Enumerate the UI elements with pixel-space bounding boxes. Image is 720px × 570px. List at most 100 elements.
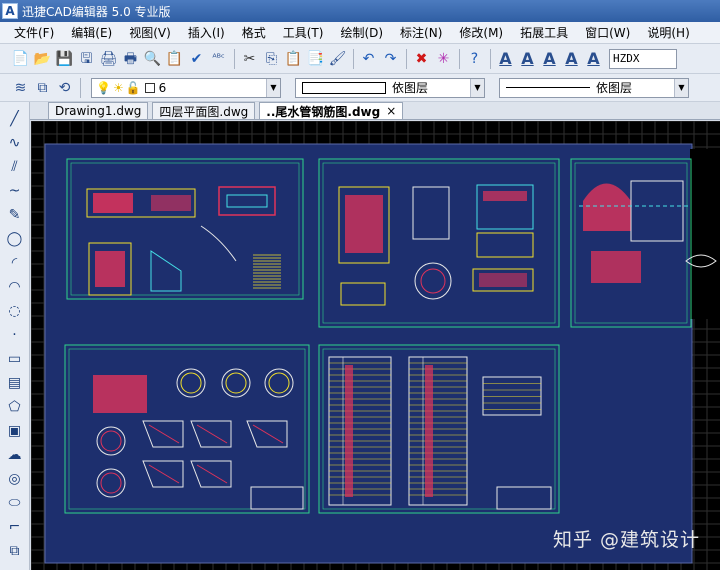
text-find-icon[interactable]: A (561, 48, 582, 69)
save-all-icon[interactable]: 🖫 (76, 48, 97, 69)
tab-label: 四层平面图.dwg (159, 104, 249, 119)
ellipse-arc-tool-icon[interactable]: ◌ (4, 300, 26, 322)
menu-item-3[interactable]: 插入(I) (188, 24, 225, 41)
redo-icon[interactable]: ↷ (380, 48, 401, 69)
draw-toolbar: ╱ ∿ ⫽ ~ ✎ ◯ ◜ ◠ ◌ · ▭ ▤ ⬠ ▣ ☁ ◎ ⬭ ⌐ ⧉ (0, 102, 30, 570)
layer-dropdown[interactable]: 💡 ☀ 🔓 6 ▼ (91, 77, 281, 98)
region-tool-icon[interactable]: ▣ (4, 420, 26, 442)
color-preview (302, 81, 386, 94)
menu-item-0[interactable]: 文件(F) (14, 24, 54, 41)
open-icon[interactable]: 📂 (32, 48, 53, 69)
new-icon[interactable]: 📄 (10, 48, 31, 69)
help-icon[interactable]: ? (464, 48, 485, 69)
menu-item-2[interactable]: 视图(V) (129, 24, 171, 41)
cad-drawing[interactable] (31, 121, 720, 570)
standard-toolbar: 📄 📂 💾 🖫 🖨 🖶 🔍 📋 ✔ ᴬᴮᶜ ✂ ⎘ 📋 📑 🖌 ↶ ↷ ✖ ✳? A A A A A HZDX (0, 44, 720, 74)
font-name-field[interactable]: HZDX (609, 48, 677, 69)
layer-color-swatch (144, 82, 155, 93)
menu-item-1[interactable]: 编辑(E) (71, 24, 112, 41)
menu-item-5[interactable]: 工具(T) (283, 24, 324, 41)
tab-1[interactable]: 四层平面图.dwg (152, 102, 256, 119)
layer-toolbar: ≋ ⧉ ⟲ 💡 ☀ 🔓 6 ▼ 依图层 ▼ 依图层 ▼ (0, 74, 720, 102)
point-tool-icon[interactable]: · (4, 324, 26, 346)
chevron-down-icon[interactable]: ▼ (674, 78, 688, 97)
table-red-column (425, 365, 433, 497)
menu-item-9[interactable]: 拓展工具 (520, 24, 568, 41)
rebar-hatch (479, 273, 527, 287)
menu-item-11[interactable]: 说明(H) (647, 24, 689, 41)
text-format-icon[interactable]: A (583, 48, 604, 69)
separator (80, 77, 81, 98)
rebar-hatch (151, 195, 191, 211)
paste-icon[interactable]: 📋 (283, 48, 304, 69)
print-icon[interactable]: 🖨 (98, 48, 119, 69)
rebar-hatch (93, 375, 147, 413)
match-properties-icon[interactable]: 🖌 (327, 48, 348, 69)
close-icon[interactable]: × (386, 104, 396, 118)
menu-item-7[interactable]: 标注(N) (400, 24, 442, 41)
rectangle-tool-icon[interactable]: ▭ (4, 348, 26, 370)
layer-name: 6 (158, 80, 167, 95)
fillet-tool-icon[interactable]: ⌐ (4, 516, 26, 538)
rebar-hatch (345, 195, 383, 253)
line-tool-icon[interactable]: ╱ (4, 108, 26, 130)
cloud-tool-icon[interactable]: ☁ (4, 444, 26, 466)
donut-tool-icon[interactable]: ◎ (4, 468, 26, 490)
layer-previous-icon[interactable]: ⟲ (54, 77, 75, 98)
freehand-tool-icon[interactable]: ✎ (4, 204, 26, 226)
layer-manager-icon[interactable]: ≋ (10, 77, 31, 98)
arc2-tool-icon[interactable]: ◠ (4, 276, 26, 298)
color-dropdown[interactable]: 依图层 ▼ (295, 77, 485, 98)
double-line-tool-icon[interactable]: ⫽ (4, 156, 26, 178)
ellipse-tool-icon[interactable]: ⬭ (4, 492, 26, 514)
chevron-down-icon[interactable]: ▼ (470, 78, 484, 97)
polygon-tool-icon[interactable]: ⬠ (4, 396, 26, 418)
menu-bar: 文件(F) 编辑(E) 视图(V) 插入(I) 格式 工具(T) 绘制(D) 标注(N) 修改(… (0, 22, 720, 44)
rebar-hatch (591, 251, 641, 283)
spline-tool-icon[interactable]: ~ (4, 180, 26, 202)
separator (459, 48, 460, 69)
cut-icon[interactable]: ✂ (239, 48, 260, 69)
polyline-tool-icon[interactable]: ∿ (4, 132, 26, 154)
drawing-canvas[interactable]: 知乎 @建筑设计 (31, 121, 720, 570)
rebar-hatch (483, 191, 527, 201)
text-style-icon[interactable]: A (539, 48, 560, 69)
linetype-preview (506, 87, 590, 88)
menu-item-4[interactable]: 格式 (242, 24, 266, 41)
menu-item-10[interactable]: 窗口(W) (585, 24, 630, 41)
block-tool-icon[interactable]: ⧉ (4, 540, 26, 562)
menu-item-6[interactable]: 绘制(D) (340, 24, 383, 41)
text-a-icon[interactable]: A (495, 48, 516, 69)
menu-item-8[interactable]: 修改(M) (459, 24, 503, 41)
circle-tool-icon[interactable]: ◯ (4, 228, 26, 250)
rebar-hatch (93, 193, 133, 213)
tab-2[interactable]: ..尾水管钢筋图.dwg × (259, 102, 404, 119)
sun-icon: ☀ (112, 80, 124, 95)
window-title: 迅捷CAD编辑器 5.0 专业版 (22, 4, 171, 19)
spellcheck-icon[interactable]: ᴬᴮᶜ (208, 48, 229, 69)
linetype-dropdown[interactable]: 依图层 ▼ (499, 77, 689, 98)
tab-label: Drawing1.dwg (55, 104, 142, 118)
layer-state-icon[interactable]: ⧉ (32, 77, 53, 98)
zoom-preview-icon[interactable]: 🔍 (142, 48, 163, 69)
explode-icon[interactable]: ✳ (433, 48, 454, 69)
copy-doc-icon[interactable]: 📋 (164, 48, 185, 69)
watermark: 知乎 @建筑设计 (552, 529, 700, 551)
copy-icon[interactable]: ⎘ (261, 48, 282, 69)
app-logo-icon: A (2, 3, 18, 19)
undo-icon[interactable]: ↶ (358, 48, 379, 69)
hatch-tool-icon[interactable]: ▤ (4, 372, 26, 394)
paste-special-icon[interactable]: 📑 (305, 48, 326, 69)
print-preview-icon[interactable]: 🖶 (120, 48, 141, 69)
color-value: 依图层 (392, 81, 429, 95)
text-edit-icon[interactable]: A (517, 48, 538, 69)
table-red-column (345, 365, 353, 497)
tab-0[interactable]: Drawing1.dwg (48, 102, 149, 119)
sheet-overflow (690, 149, 720, 319)
title-bar: A 迅捷CAD编辑器 5.0 专业版 (0, 0, 720, 22)
check-icon[interactable]: ✔ (186, 48, 207, 69)
delete-icon[interactable]: ✖ (411, 48, 432, 69)
chevron-down-icon[interactable]: ▼ (266, 78, 280, 97)
arc-tool-icon[interactable]: ◜ (4, 252, 26, 274)
save-icon[interactable]: 💾 (54, 48, 75, 69)
